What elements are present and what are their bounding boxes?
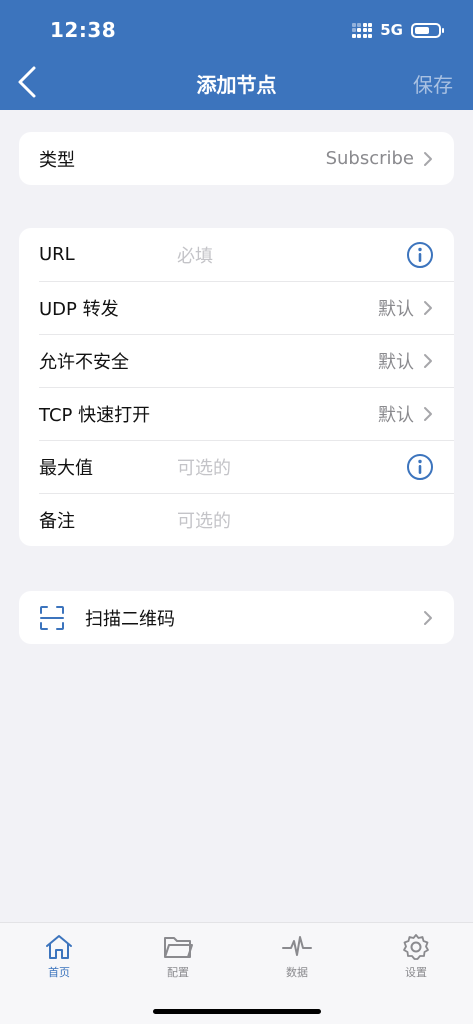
- node-form-card: URL 必填 UDP 转发 默认 允许不安全 默认 TCP 快速打开 默认 最大…: [19, 228, 454, 546]
- tab-config[interactable]: 配置: [148, 933, 208, 980]
- network-type: 5G: [380, 21, 403, 39]
- gear-icon: [403, 934, 429, 960]
- home-icon: [46, 935, 72, 959]
- tab-data-label: 数据: [286, 966, 308, 979]
- udp-relay-row[interactable]: UDP 转发 默认: [19, 281, 454, 334]
- tab-data[interactable]: 数据: [267, 933, 327, 980]
- scan-qr-row[interactable]: 扫描二维码: [19, 591, 454, 644]
- allow-insecure-value: 默认: [378, 351, 414, 373]
- scan-qr-label: 扫描二维码: [85, 608, 175, 630]
- allow-insecure-label: 允许不安全: [39, 351, 129, 373]
- chevron-right-icon: [424, 610, 432, 625]
- type-value: Subscribe: [325, 148, 414, 169]
- home-indicator: [153, 1009, 321, 1014]
- tcp-fast-open-row[interactable]: TCP 快速打开 默认: [19, 387, 454, 440]
- allow-insecure-row[interactable]: 允许不安全 默认: [19, 334, 454, 387]
- tab-config-label: 配置: [167, 966, 189, 979]
- type-label: 类型: [39, 149, 75, 171]
- max-value-label: 最大值: [39, 457, 93, 479]
- chevron-right-icon: [424, 300, 432, 315]
- tab-home[interactable]: 首页: [29, 933, 89, 980]
- tcp-fast-open-label: TCP 快速打开: [39, 404, 151, 426]
- info-icon[interactable]: [406, 241, 434, 269]
- tab-settings-label: 设置: [405, 966, 427, 979]
- url-input[interactable]: 必填: [177, 242, 406, 268]
- tab-bar: 首页 配置 数据 设置: [0, 922, 473, 1024]
- url-row[interactable]: URL 必填: [19, 228, 454, 281]
- tab-settings[interactable]: 设置: [386, 933, 446, 980]
- status-time: 12:38: [50, 18, 117, 42]
- udp-relay-label: UDP 转发: [39, 298, 119, 320]
- url-label: URL: [39, 244, 75, 265]
- type-card: 类型 Subscribe: [19, 132, 454, 185]
- remark-row[interactable]: 备注 可选的: [19, 493, 454, 546]
- chevron-right-icon: [424, 353, 432, 368]
- info-icon[interactable]: [406, 453, 434, 481]
- chevron-right-icon: [424, 406, 432, 421]
- tcp-fast-open-value: 默认: [378, 404, 414, 426]
- pulse-icon: [282, 936, 312, 956]
- chevron-right-icon: [424, 151, 432, 166]
- type-row[interactable]: 类型 Subscribe: [19, 132, 454, 185]
- scan-card: 扫描二维码: [19, 591, 454, 644]
- qr-scan-icon: [40, 605, 64, 630]
- tab-home-label: 首页: [48, 966, 70, 979]
- header-bar: 12:38 5G 添加节点 保存: [0, 0, 473, 110]
- remark-label: 备注: [39, 510, 75, 532]
- udp-relay-value: 默认: [378, 298, 414, 320]
- signal-icon: [351, 22, 373, 38]
- page-title: 添加节点: [196, 73, 277, 97]
- remark-input[interactable]: 可选的: [177, 507, 434, 533]
- save-button[interactable]: 保存: [413, 69, 453, 98]
- folder-icon: [164, 937, 193, 958]
- max-value-row[interactable]: 最大值 可选的: [19, 440, 454, 493]
- battery-icon: [411, 22, 444, 38]
- max-value-input[interactable]: 可选的: [177, 454, 406, 480]
- status-indicators: 5G: [351, 21, 444, 39]
